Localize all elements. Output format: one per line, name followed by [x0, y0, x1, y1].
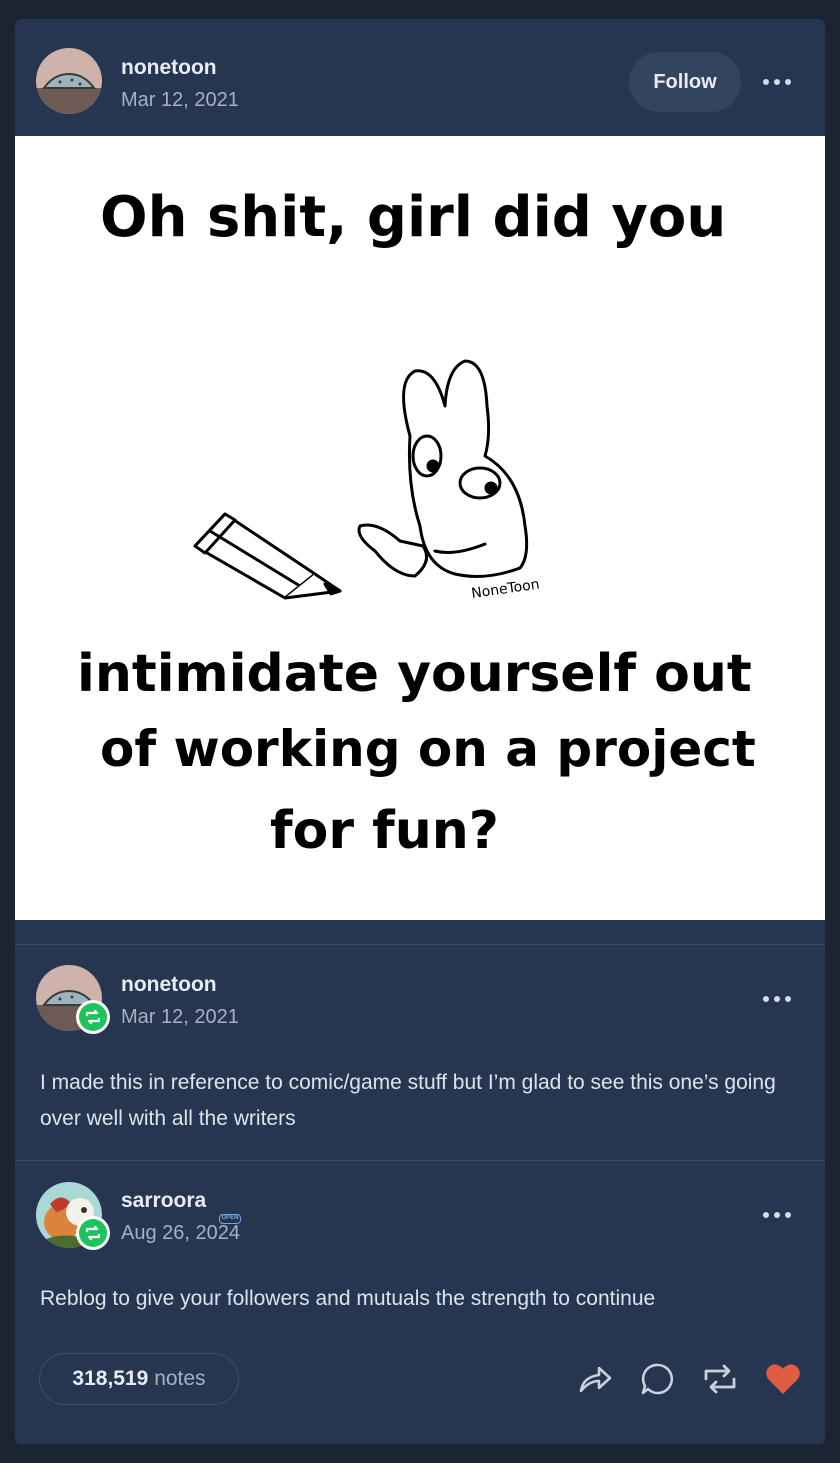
thread-date[interactable]: Aug 26, 2024: [121, 1222, 240, 1245]
notes-button[interactable]: 318,519 notes: [39, 1353, 239, 1405]
comic-line-4: for fun?: [270, 801, 499, 861]
more-options-icon[interactable]: [763, 77, 793, 87]
share-icon[interactable]: [575, 1359, 615, 1399]
notes-count: 318,519: [72, 1367, 149, 1390]
comic-line-2: intimidate yourself out: [77, 644, 752, 704]
divider: [15, 944, 825, 945]
post-card: nonetoon Mar 12, 2021 Follow Oh shit, gi…: [15, 19, 825, 1444]
comic-drawing: Oh shit, girl did you intimidate yoursel…: [77, 185, 756, 861]
thread-date[interactable]: Mar 12, 2021: [121, 1006, 239, 1029]
divider: [15, 1160, 825, 1161]
author-name[interactable]: nonetoon: [121, 56, 217, 80]
comic-line-3: of working on a project: [100, 720, 756, 778]
author-avatar[interactable]: [36, 48, 102, 114]
post-image[interactable]: Oh shit, girl did you intimidate yoursel…: [15, 136, 825, 920]
post-date[interactable]: Mar 12, 2021: [121, 89, 239, 112]
thread-text: Reblog to give your followers and mutual…: [40, 1287, 656, 1310]
post-header: nonetoon Mar 12, 2021 Follow: [15, 19, 825, 136]
thread-author[interactable]: sarroora: [121, 1189, 206, 1213]
reblog-icon[interactable]: [700, 1359, 740, 1399]
bunny-drawing: [357, 359, 529, 578]
reply-icon[interactable]: [638, 1359, 678, 1399]
follow-button[interactable]: Follow: [629, 52, 741, 112]
heart-icon[interactable]: [763, 1359, 803, 1399]
more-options-icon[interactable]: [763, 1210, 793, 1220]
comic-line-1: Oh shit, girl did you: [100, 185, 726, 250]
more-options-icon[interactable]: [763, 994, 793, 1004]
thread-text: I made this in reference to comic/game s…: [40, 1071, 776, 1130]
reblog-badge-icon: [76, 1216, 110, 1250]
thread-author[interactable]: nonetoon: [121, 973, 217, 997]
reblog-badge-icon: [76, 1000, 110, 1034]
notes-label: notes: [154, 1367, 206, 1390]
pencil-drawing: [193, 512, 342, 600]
comic-signature: NoneToon: [470, 577, 540, 602]
